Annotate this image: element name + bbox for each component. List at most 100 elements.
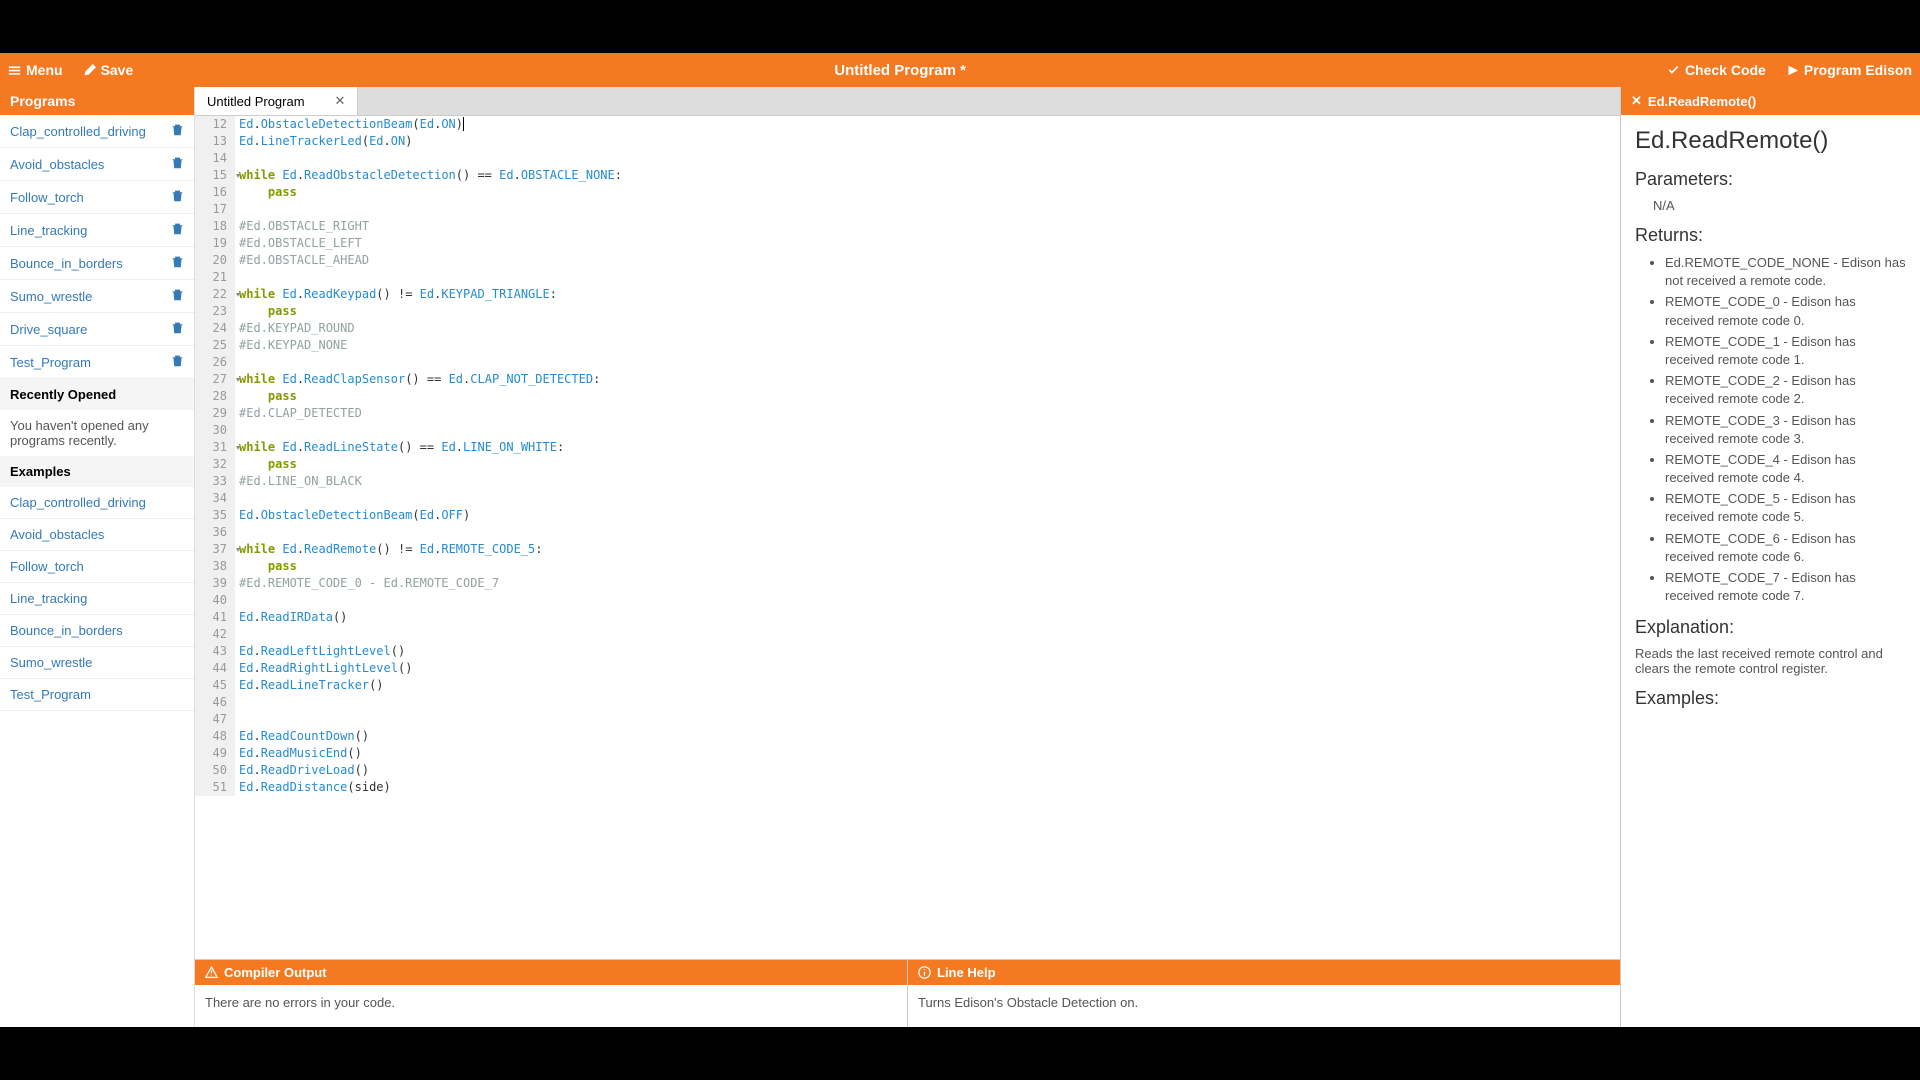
- program-link[interactable]: Sumo_wrestle: [10, 289, 92, 304]
- compiler-header-label: Compiler Output: [224, 965, 327, 980]
- trash-icon[interactable]: [171, 189, 184, 205]
- code-line[interactable]: 47: [195, 711, 1620, 728]
- code-text: Ed.LineTrackerLed(Ed.ON): [235, 133, 412, 150]
- code-text: while Ed.ReadClapSensor() == Ed.CLAP_NOT…: [235, 371, 600, 388]
- program-link[interactable]: Line_tracking: [10, 223, 87, 238]
- doc-examples-heading: Examples:: [1635, 688, 1906, 709]
- trash-icon[interactable]: [171, 255, 184, 271]
- line-number: 36: [195, 524, 235, 541]
- close-icon[interactable]: ✕: [1631, 93, 1642, 109]
- example-link[interactable]: Line_tracking: [10, 591, 87, 606]
- menu-button[interactable]: Menu: [8, 62, 63, 78]
- example-link[interactable]: Avoid_obstacles: [10, 527, 104, 542]
- code-text: while Ed.ReadLineState() == Ed.LINE_ON_W…: [235, 439, 564, 456]
- code-line[interactable]: 21: [195, 269, 1620, 286]
- example-link[interactable]: Sumo_wrestle: [10, 655, 92, 670]
- save-button[interactable]: Save: [83, 62, 134, 78]
- program-link[interactable]: Follow_torch: [10, 190, 84, 205]
- line-number: 25: [195, 337, 235, 354]
- code-line[interactable]: 27▾while Ed.ReadClapSensor() == Ed.CLAP_…: [195, 371, 1620, 388]
- sidebar-item-program: Sumo_wrestle: [0, 280, 194, 313]
- example-link[interactable]: Bounce_in_borders: [10, 623, 123, 638]
- program-link[interactable]: Bounce_in_borders: [10, 256, 123, 271]
- trash-icon[interactable]: [171, 321, 184, 337]
- trash-icon[interactable]: [171, 288, 184, 304]
- fold-icon[interactable]: ▾: [235, 286, 241, 303]
- code-line[interactable]: 26: [195, 354, 1620, 371]
- code-line[interactable]: 25#Ed.KEYPAD_NONE: [195, 337, 1620, 354]
- compiler-header: Compiler Output: [195, 960, 907, 985]
- compiler-body: There are no errors in your code.: [195, 985, 907, 1020]
- code-line[interactable]: 15▾while Ed.ReadObstacleDetection() == E…: [195, 167, 1620, 184]
- trash-icon[interactable]: [171, 222, 184, 238]
- code-line[interactable]: 23 pass: [195, 303, 1620, 320]
- code-line[interactable]: 48Ed.ReadCountDown(): [195, 728, 1620, 745]
- program-link[interactable]: Drive_square: [10, 322, 87, 337]
- code-line[interactable]: 37▾while Ed.ReadRemote() != Ed.REMOTE_CO…: [195, 541, 1620, 558]
- code-editor[interactable]: 12Ed.ObstacleDetectionBeam(Ed.ON)13Ed.Li…: [195, 116, 1620, 959]
- line-number: 17: [195, 201, 235, 218]
- example-link[interactable]: Clap_controlled_driving: [10, 495, 146, 510]
- code-line[interactable]: 39#Ed.REMOTE_CODE_0 - Ed.REMOTE_CODE_7: [195, 575, 1620, 592]
- list-item: REMOTE_CODE_4 - Edison has received remo…: [1665, 451, 1906, 487]
- doc-params-heading: Parameters:: [1635, 169, 1906, 190]
- code-line[interactable]: 40: [195, 592, 1620, 609]
- code-line[interactable]: 13Ed.LineTrackerLed(Ed.ON): [195, 133, 1620, 150]
- tab-untitled[interactable]: Untitled Program ✕: [195, 87, 358, 115]
- fold-icon[interactable]: ▾: [235, 371, 241, 388]
- code-line[interactable]: 22▾while Ed.ReadKeypad() != Ed.KEYPAD_TR…: [195, 286, 1620, 303]
- check-code-button[interactable]: Check Code: [1667, 62, 1766, 78]
- code-line[interactable]: 31▾while Ed.ReadLineState() == Ed.LINE_O…: [195, 439, 1620, 456]
- code-line[interactable]: 36: [195, 524, 1620, 541]
- code-text: #Ed.REMOTE_CODE_0 - Ed.REMOTE_CODE_7: [235, 575, 499, 592]
- doc-explanation: Reads the last received remote control a…: [1635, 646, 1906, 676]
- code-line[interactable]: 49Ed.ReadMusicEnd(): [195, 745, 1620, 762]
- code-line[interactable]: 35Ed.ObstacleDetectionBeam(Ed.OFF): [195, 507, 1620, 524]
- code-line[interactable]: 32 pass: [195, 456, 1620, 473]
- program-link[interactable]: Avoid_obstacles: [10, 157, 104, 172]
- code-line[interactable]: 16 pass: [195, 184, 1620, 201]
- code-line[interactable]: 12Ed.ObstacleDetectionBeam(Ed.ON): [195, 116, 1620, 133]
- close-icon[interactable]: ✕: [335, 93, 346, 109]
- code-line[interactable]: 41Ed.ReadIRData(): [195, 609, 1620, 626]
- line-number: 32: [195, 456, 235, 473]
- fold-icon[interactable]: ▾: [235, 167, 241, 184]
- example-link[interactable]: Test_Program: [10, 687, 91, 702]
- tabs: Untitled Program ✕: [195, 87, 1620, 116]
- code-line[interactable]: 42: [195, 626, 1620, 643]
- code-line[interactable]: 19#Ed.OBSTACLE_LEFT: [195, 235, 1620, 252]
- code-line[interactable]: 45Ed.ReadLineTracker(): [195, 677, 1620, 694]
- code-line[interactable]: 29#Ed.CLAP_DETECTED: [195, 405, 1620, 422]
- code-line[interactable]: 33#Ed.LINE_ON_BLACK: [195, 473, 1620, 490]
- fold-icon[interactable]: ▾: [235, 439, 241, 456]
- code-line[interactable]: 24#Ed.KEYPAD_ROUND: [195, 320, 1620, 337]
- program-link[interactable]: Clap_controlled_driving: [10, 124, 146, 139]
- code-line[interactable]: 46: [195, 694, 1620, 711]
- code-text: Ed.ObstacleDetectionBeam(Ed.ON): [235, 116, 464, 133]
- line-number: 29: [195, 405, 235, 422]
- code-line[interactable]: 38 pass: [195, 558, 1620, 575]
- code-line[interactable]: 14: [195, 150, 1620, 167]
- code-line[interactable]: 18#Ed.OBSTACLE_RIGHT: [195, 218, 1620, 235]
- code-text: [235, 626, 239, 643]
- code-line[interactable]: 30: [195, 422, 1620, 439]
- doc-panel: ✕ Ed.ReadRemote() Ed.ReadRemote() Parame…: [1620, 87, 1920, 1027]
- program-link[interactable]: Test_Program: [10, 355, 91, 370]
- code-line[interactable]: 44Ed.ReadRightLightLevel(): [195, 660, 1620, 677]
- trash-icon[interactable]: [171, 354, 184, 370]
- example-link[interactable]: Follow_torch: [10, 559, 84, 574]
- code-line[interactable]: 17: [195, 201, 1620, 218]
- doc-returns-heading: Returns:: [1635, 225, 1906, 246]
- code-line[interactable]: 34: [195, 490, 1620, 507]
- code-line[interactable]: 43Ed.ReadLeftLightLevel(): [195, 643, 1620, 660]
- code-line[interactable]: 28 pass: [195, 388, 1620, 405]
- code-text: while Ed.ReadKeypad() != Ed.KEYPAD_TRIAN…: [235, 286, 557, 303]
- code-text: Ed.ReadDistance(side): [235, 779, 391, 796]
- code-line[interactable]: 20#Ed.OBSTACLE_AHEAD: [195, 252, 1620, 269]
- fold-icon[interactable]: ▾: [235, 541, 241, 558]
- code-line[interactable]: 50Ed.ReadDriveLoad(): [195, 762, 1620, 779]
- trash-icon[interactable]: [171, 156, 184, 172]
- trash-icon[interactable]: [171, 123, 184, 139]
- code-line[interactable]: 51Ed.ReadDistance(side): [195, 779, 1620, 796]
- program-edison-button[interactable]: Program Edison: [1786, 62, 1912, 78]
